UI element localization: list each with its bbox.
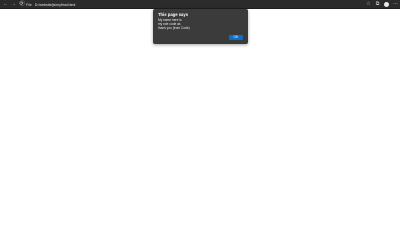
profile-icon[interactable] <box>384 1 389 7</box>
back-icon[interactable]: ← <box>3 2 8 7</box>
url-text[interactable]: D:/website/js/myfinal.html <box>35 3 76 7</box>
favorite-icon[interactable]: ☆ <box>366 1 371 7</box>
info-icon: ⓘ <box>20 1 26 7</box>
ok-button[interactable]: OK <box>229 34 243 40</box>
dialog-message-line: thank you (from Code) <box>158 25 190 30</box>
browser-toolbar: ← → ⟳ ⓘ File D:/website/js/myfinal.html … <box>0 0 400 9</box>
menu-icon[interactable]: ⋯ <box>393 1 398 7</box>
alert-dialog: This page says My name here is my role c… <box>153 9 248 44</box>
toolbar-actions: ☆ ⧉ ⋯ <box>366 1 398 7</box>
dialog-message: My name here is my role code as thank yo… <box>158 18 190 31</box>
page-info-label: File <box>26 2 32 7</box>
dialog-title: This page says <box>158 11 189 17</box>
page-info-chip[interactable]: ⓘ File <box>20 2 32 7</box>
forward-icon[interactable]: → <box>11 2 16 7</box>
browser-window: ← → ⟳ ⓘ File D:/website/js/myfinal.html … <box>0 0 400 209</box>
address-bar[interactable]: ⓘ File D:/website/js/myfinal.html <box>20 1 350 8</box>
extensions-icon[interactable]: ⧉ <box>375 1 380 7</box>
